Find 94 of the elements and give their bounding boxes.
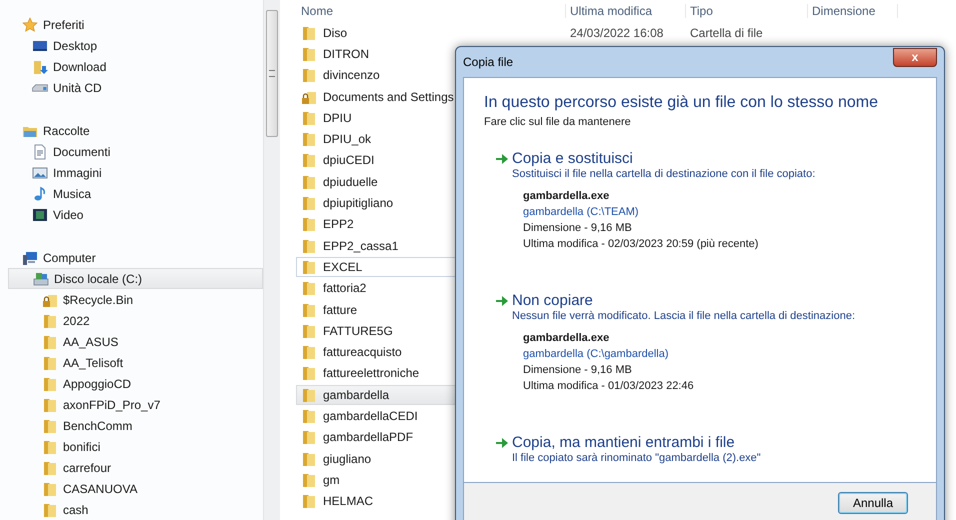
option-description: Nessun file verrà modificato. Lascia il file nella cartella di destinazione:	[512, 310, 856, 322]
nav-item[interactable]: cash	[0, 499, 263, 520]
folder-icon	[301, 131, 317, 148]
type-cell-text: Cartella di file	[689, 26, 764, 40]
option-description: Sostituisci il file nella cartella di destinazione con il file copiato:	[512, 168, 816, 180]
folder-icon	[301, 280, 317, 296]
folder-icon	[301, 174, 317, 190]
file-name: gambardella.exe	[523, 189, 610, 204]
folder-icon	[42, 418, 58, 434]
folder-icon	[301, 472, 317, 488]
nav-item[interactable]: Raccolte	[0, 120, 263, 141]
option-link[interactable]: Copia, ma mantieni entrambi i file	[512, 434, 735, 451]
nav-item[interactable]: AA_ASUS	[0, 331, 263, 352]
folder-icon	[301, 24, 317, 41]
column-header[interactable]: Dimensione	[808, 4, 898, 18]
hard-drive-icon	[33, 270, 49, 286]
file-row[interactable]: gm	[296, 470, 558, 490]
file-row[interactable]: HELMAC	[296, 491, 558, 512]
document-icon	[32, 144, 48, 160]
folder-icon	[301, 258, 317, 275]
nav-item[interactable]: Preferiti	[0, 14, 263, 35]
nav-item[interactable]: carrefour	[0, 457, 263, 478]
folder-icon	[42, 460, 58, 476]
folder-icon	[42, 502, 58, 518]
folder-icon	[301, 110, 317, 126]
column-header[interactable]: Ultima modifica	[566, 4, 686, 18]
file-size: Dimensione - 9,16 MB	[523, 363, 633, 378]
folder-icon	[301, 386, 317, 403]
dialog-title: Copia file	[463, 55, 514, 69]
file-location: gambardella (C:\TEAM)	[523, 205, 640, 220]
nav-item[interactable]: Documenti	[0, 141, 263, 162]
folder-icon	[301, 322, 317, 339]
option-link[interactable]: Copia e sostituisci	[512, 150, 633, 167]
folder-icon	[42, 354, 58, 370]
nav-item[interactable]: axonFPiD_Pro_v7	[0, 394, 263, 415]
nav-item[interactable]: BenchComm	[0, 415, 263, 436]
folder-icon	[301, 344, 317, 360]
folder-icon	[301, 216, 317, 232]
star-icon	[22, 16, 38, 32]
nav-item[interactable]: AA_Telisoft	[0, 352, 263, 373]
nav-item[interactable]: Unità CD	[0, 77, 263, 98]
dialog-subtitle: Fare clic sul file da mantenere	[484, 116, 632, 128]
dialog-heading: In questo percorso esiste già un file con lo stesso nome	[484, 94, 879, 112]
nav-item[interactable]: 2022	[0, 310, 263, 331]
nav-item[interactable]: bonifici	[0, 436, 263, 457]
folder-icon	[301, 408, 317, 424]
nav-item[interactable]: Video	[0, 204, 263, 225]
cancel-button[interactable]: Annulla	[838, 492, 908, 514]
nav-item[interactable]: Download	[0, 56, 263, 77]
file-row[interactable]: DPIU_ok	[296, 129, 558, 150]
arrow-icon	[496, 296, 508, 306]
arrow-icon	[496, 438, 508, 448]
folder-icon	[301, 152, 317, 168]
file-row[interactable]: gambardellaCEDI	[296, 406, 558, 426]
download-folder-icon	[32, 58, 48, 74]
music-note-icon	[32, 186, 48, 202]
date-cell-text: 24/03/2022 16:08	[569, 26, 664, 40]
nav-item[interactable]: CASANUOVA	[0, 478, 263, 499]
nav-item[interactable]: Desktop	[0, 35, 263, 56]
folder-icon	[301, 67, 317, 84]
folder-icon	[301, 195, 317, 212]
folder-icon	[301, 493, 317, 510]
nav-item[interactable]: Musica	[0, 183, 263, 204]
folder-icon	[301, 238, 317, 254]
folder-icon	[42, 312, 58, 328]
folder-icon	[42, 480, 58, 496]
film-icon	[32, 206, 48, 222]
arrow-icon	[496, 154, 508, 164]
folder-icon	[42, 396, 58, 412]
column-header[interactable]: Nome	[296, 4, 566, 18]
folder-icon	[42, 438, 58, 454]
folder-icon	[301, 450, 317, 467]
file-name: gambardella.exe	[523, 331, 610, 346]
folder-icon	[301, 365, 317, 382]
file-size: Dimensione - 9,16 MB	[523, 221, 633, 236]
image-icon	[32, 164, 48, 180]
column-header[interactable]: Tipo	[686, 4, 808, 18]
computer-icon	[22, 250, 38, 266]
option-link[interactable]: Non copiare	[512, 292, 593, 309]
folder-icon	[301, 429, 317, 446]
folder-icon	[301, 46, 317, 62]
file-location: gambardella (C:\gambardella)	[523, 347, 670, 362]
scrollbar[interactable]	[263, 0, 280, 520]
nav-item[interactable]: Disco locale (C:)	[8, 268, 263, 289]
file-row[interactable]: Diso	[296, 22, 558, 43]
option-description: Il file copiato sarà rinominato "gambardella (2).exe"	[512, 452, 762, 464]
folder-icon	[301, 302, 317, 318]
nav-item[interactable]: AppoggioCD	[0, 373, 263, 394]
folder-icon	[42, 376, 58, 392]
nav-item[interactable]: Immagini	[0, 162, 263, 183]
nav-item[interactable]: Computer	[0, 247, 263, 268]
file-modified: Ultima modifica - 02/03/2023 20:59 (più recente)	[523, 237, 760, 252]
folder-icon	[42, 334, 58, 350]
nav-item[interactable]: $Recycle.Bin	[0, 289, 263, 310]
